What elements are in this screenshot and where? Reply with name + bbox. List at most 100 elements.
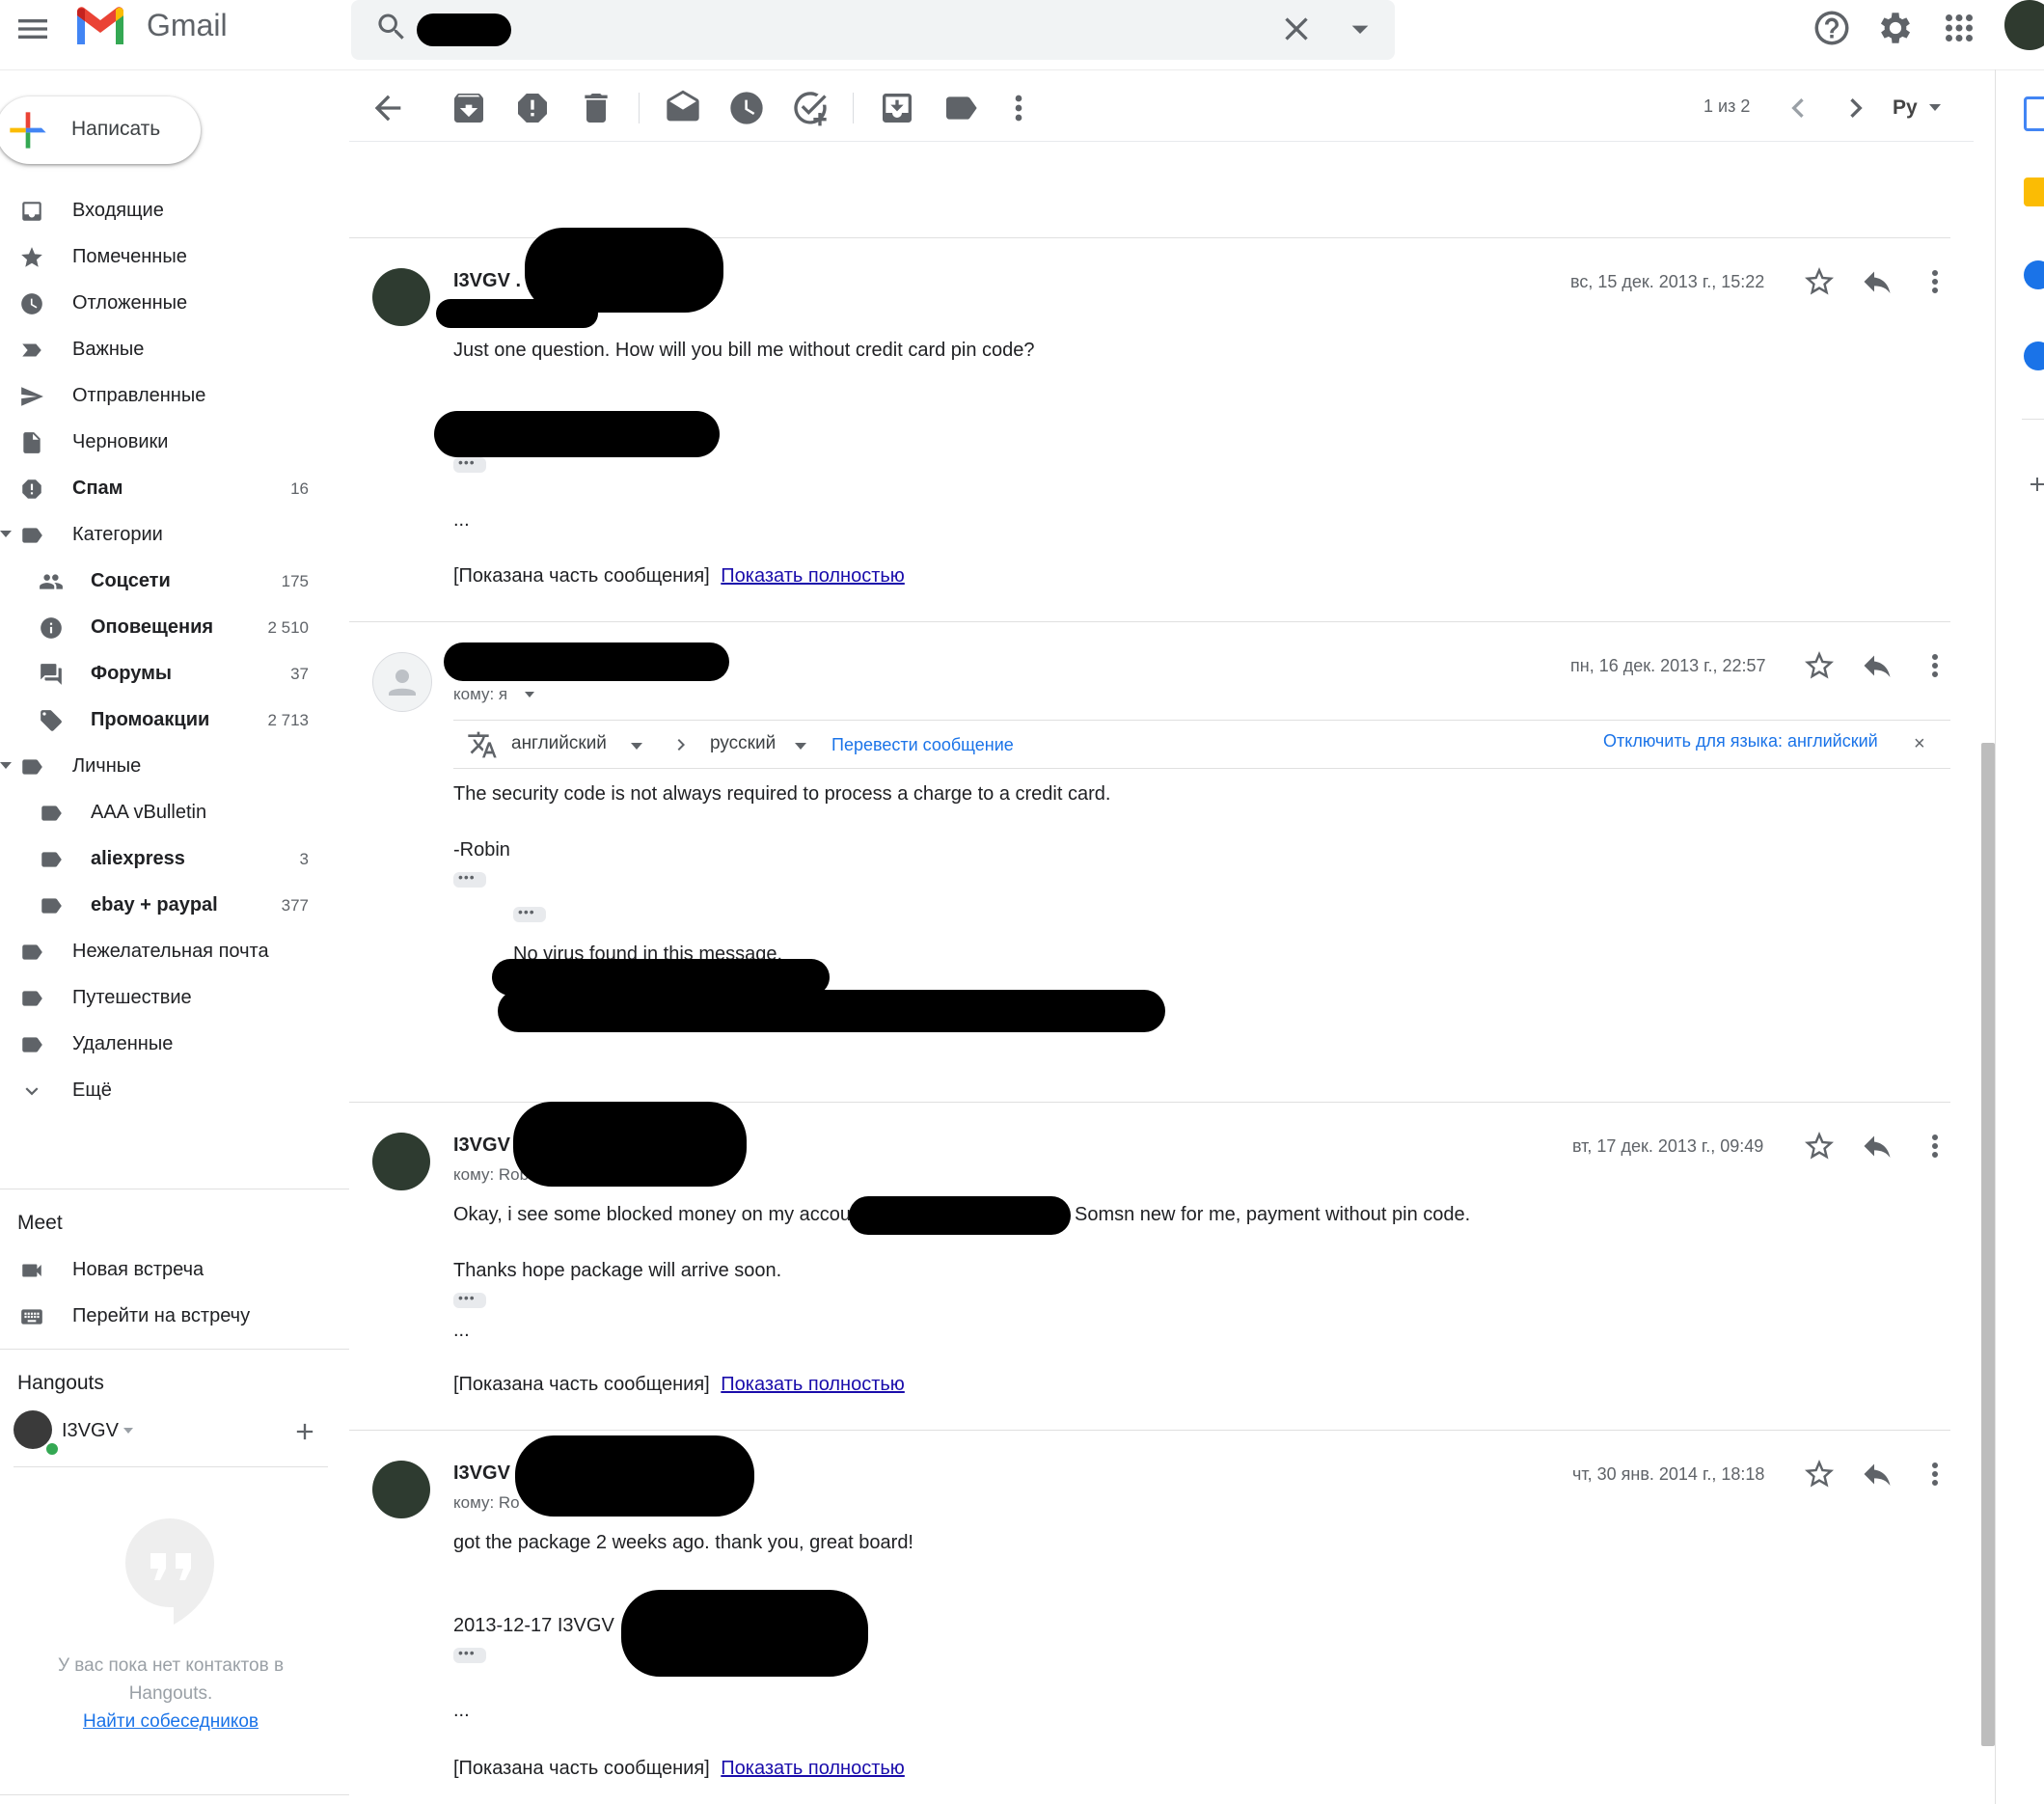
meet-join-meeting[interactable]: Перейти на встречу [0,1293,338,1339]
nav-item-travel[interactable]: Путешествие [0,974,338,1021]
get-addons-plus-icon[interactable] [2026,473,2044,496]
close-translate-bar-icon[interactable]: × [1914,733,1925,755]
message-more-options-icon[interactable] [1918,1457,1952,1491]
message-recipient[interactable]: кому: я [453,685,507,704]
keep-icon[interactable] [2024,178,2044,206]
show-trimmed-content-button[interactable] [453,454,486,473]
input-tools-selector[interactable]: Ру [1893,96,1918,120]
show-full-message-link[interactable]: Показать полностью [721,565,905,587]
show-trimmed-content-button[interactable] [453,1290,486,1308]
show-trimmed-content-button[interactable] [513,904,546,922]
delete-icon[interactable] [577,89,615,127]
search-options-dropdown-icon[interactable] [1341,10,1379,48]
labels-icon[interactable] [941,89,980,127]
scrollbar-thumb[interactable] [1981,743,1995,1746]
reply-icon[interactable] [1860,648,1894,683]
gmail-logo[interactable] [73,6,127,48]
hangouts-user-name[interactable]: I3VGV [62,1420,119,1442]
add-to-tasks-icon[interactable] [791,89,830,127]
sender-name[interactable]: I3VGV . [453,270,521,292]
newer-chevron-left-icon[interactable] [1779,89,1817,127]
main-menu-icon[interactable] [14,10,52,48]
google-apps-icon[interactable] [1939,8,1979,48]
find-contacts-link[interactable]: Найти собеседников [0,1711,341,1733]
sender-avatar[interactable] [372,268,430,326]
star-icon[interactable] [1802,264,1837,299]
compose-button[interactable]: Написать [0,96,201,164]
source-language-dropdown-icon[interactable] [631,743,642,750]
message-recipient[interactable]: кому: Rob [453,1165,529,1185]
mark-unread-icon[interactable] [664,89,702,127]
meet-new-meeting[interactable]: Новая встреча [0,1246,338,1293]
back-arrow-icon[interactable] [368,89,407,127]
show-full-message-link[interactable]: Показать полностью [721,1374,905,1395]
show-trimmed-content-button[interactable] [453,1645,486,1663]
nav-item-aaa-vbulletin[interactable]: AAA vBulletin [0,789,338,835]
sender-name[interactable]: I3VGV [453,1134,510,1157]
nav-item-aliexpress[interactable]: aliexpress 3 [0,835,338,882]
search-bar[interactable] [351,0,1395,60]
page-count: 1 из 2 [1703,96,1751,116]
more-options-icon[interactable] [999,89,1038,127]
show-full-message-link[interactable]: Показать полностью [721,1758,905,1779]
snooze-clock-icon[interactable] [727,89,766,127]
nav-item-updates[interactable]: Оповещения 2 510 [0,604,338,650]
message-recipient[interactable]: кому: Ro [453,1493,520,1513]
nav-item-starred[interactable]: Помеченные [0,233,338,280]
tasks-icon[interactable] [2024,260,2044,289]
status-dropdown-icon[interactable] [123,1428,133,1434]
nav-count: 377 [281,896,309,915]
nav-item-snoozed[interactable]: Отложенные [0,280,338,326]
search-input-redacted[interactable] [417,14,511,46]
nav-item-sent[interactable]: Отправленные [0,372,338,419]
sender-avatar[interactable] [372,1461,430,1518]
show-trimmed-content-button[interactable] [453,869,486,888]
show-details-dropdown-icon[interactable] [525,692,534,697]
move-to-icon[interactable] [878,89,916,127]
nav-item-personal[interactable]: Личные [0,743,338,789]
reply-icon[interactable] [1860,1457,1894,1491]
add-contact-icon[interactable] [291,1418,318,1445]
report-spam-icon[interactable] [513,89,552,127]
reply-icon[interactable] [1860,264,1894,299]
input-tools-dropdown-icon[interactable] [1929,104,1941,111]
account-avatar[interactable] [2004,0,2044,50]
star-icon[interactable] [1802,1457,1837,1491]
settings-gear-icon[interactable] [1875,8,1916,48]
nav-item-ebay-paypal[interactable]: ebay + paypal 377 [0,882,338,928]
contacts-icon[interactable] [2024,342,2044,370]
sender-name[interactable]: I3VGV [453,1462,510,1485]
calendar-icon[interactable] [2024,96,2044,131]
nav-item-promotions[interactable]: Промоакции 2 713 [0,697,338,743]
sender-avatar-placeholder[interactable] [372,652,432,712]
nav-item-junk[interactable]: Нежелательная почта [0,928,338,974]
archive-icon[interactable] [450,89,488,127]
help-icon[interactable] [1812,8,1852,48]
reply-icon[interactable] [1860,1129,1894,1163]
sender-avatar[interactable] [372,1133,430,1190]
search-icon[interactable] [374,10,409,44]
translate-target-language[interactable]: русский [710,733,776,754]
nav-item-deleted[interactable]: Удаленные [0,1021,338,1067]
message-more-options-icon[interactable] [1918,648,1952,683]
nav-item-inbox[interactable]: Входящие [0,187,338,233]
star-icon[interactable] [1802,648,1837,683]
nav-item-more[interactable]: Ещё [0,1067,338,1113]
collapse-caret-icon[interactable] [0,531,12,537]
nav-item-categories[interactable]: Категории [0,511,338,558]
translate-source-language[interactable]: английский [511,733,607,754]
collapse-caret-icon[interactable] [0,762,12,769]
nav-item-forums[interactable]: Форумы 37 [0,650,338,697]
translate-message-button[interactable]: Перевести сообщение [831,735,1014,755]
nav-item-important[interactable]: Важные [0,326,338,372]
clear-search-icon[interactable] [1277,10,1316,48]
disable-translation-link[interactable]: Отключить для языка: английский [1603,731,1878,752]
message-more-options-icon[interactable] [1918,1129,1952,1163]
older-chevron-right-icon[interactable] [1837,89,1875,127]
nav-item-social[interactable]: Соцсети 175 [0,558,338,604]
star-icon[interactable] [1802,1129,1837,1163]
message-more-options-icon[interactable] [1918,264,1952,299]
nav-item-drafts[interactable]: Черновики [0,419,338,465]
nav-item-spam[interactable]: Спам 16 [0,465,338,511]
target-language-dropdown-icon[interactable] [795,743,806,750]
